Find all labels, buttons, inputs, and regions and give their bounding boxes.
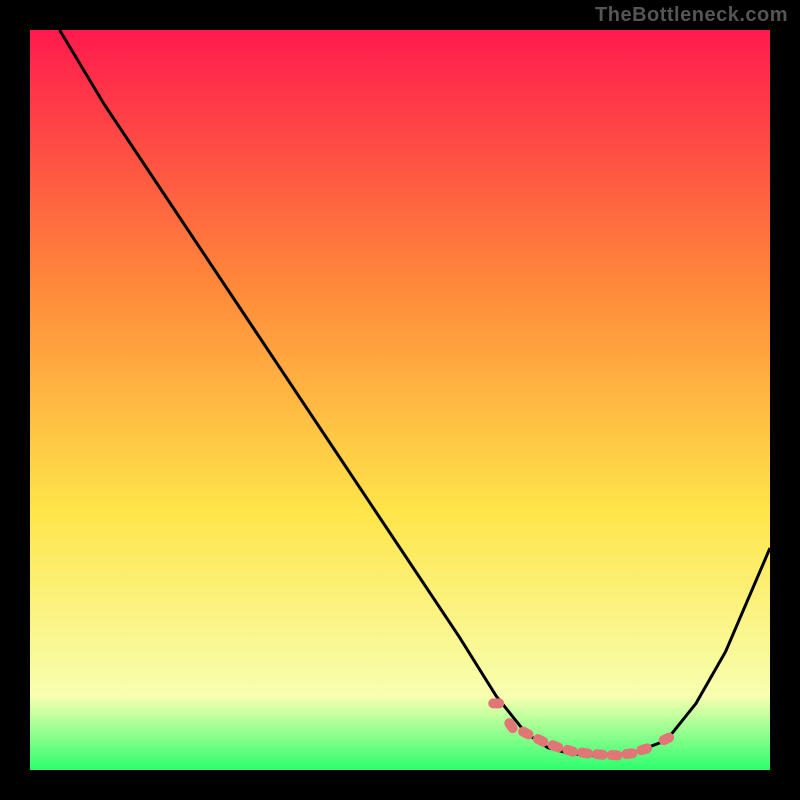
chart-svg — [30, 30, 770, 770]
gradient-bg — [30, 30, 770, 770]
marker-point — [488, 698, 504, 708]
plot-area — [30, 30, 770, 770]
marker-point — [621, 748, 638, 760]
watermark-text: TheBottleneck.com — [595, 4, 788, 27]
marker-point — [606, 750, 622, 761]
chart-container: TheBottleneck.com — [0, 0, 800, 800]
marker-point — [591, 749, 608, 761]
